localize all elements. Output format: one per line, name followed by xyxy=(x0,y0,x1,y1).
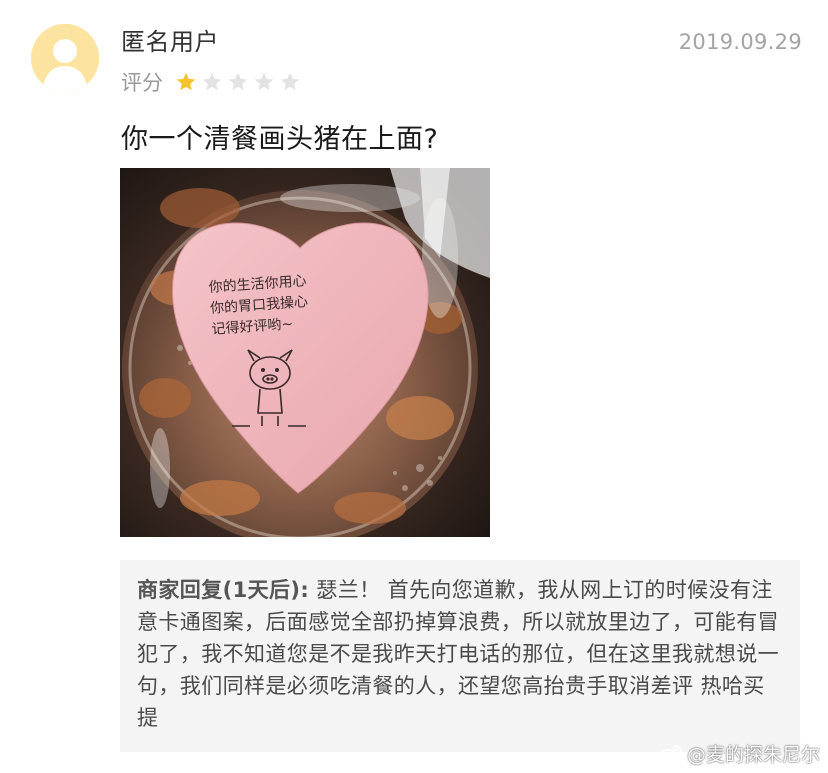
watermark: @麦的探朱尼尔 xyxy=(657,740,820,767)
star-empty-icon xyxy=(202,72,222,91)
star-rating xyxy=(175,71,305,93)
watermark-text: @麦的探朱尼尔 xyxy=(686,744,820,766)
default-user-icon xyxy=(31,24,99,92)
handwritten-note: 你的生活你用心 你的胃口我操心 记得好评哟~ xyxy=(208,266,382,341)
star-empty-icon xyxy=(228,72,248,91)
star-filled-icon xyxy=(176,72,196,91)
avatar[interactable] xyxy=(31,24,99,92)
review-text: 你一个清餐画头猪在上面? xyxy=(121,124,439,155)
review-date: 2019.09.29 xyxy=(678,30,802,54)
weibo-icon xyxy=(657,744,683,765)
rating-row: 评分 xyxy=(121,67,305,97)
review-photo[interactable] xyxy=(120,168,490,537)
merchant-reply: 商家回复(1天后): 瑟兰！ 首先向您道歉，我从网上订的时候没有注意卡通图案，后… xyxy=(137,574,783,734)
star-empty-icon xyxy=(254,72,274,91)
reviewer-name: 匿名用户 xyxy=(121,28,219,56)
merchant-reply-label: 商家回复(1天后): xyxy=(137,578,310,602)
star-empty-icon xyxy=(280,72,300,91)
merchant-reply-box: 商家回复(1天后): 瑟兰！ 首先向您道歉，我从网上订的时候没有注意卡通图案，后… xyxy=(120,560,800,752)
rating-label: 评分 xyxy=(121,71,163,95)
food-container-photo xyxy=(120,168,490,537)
